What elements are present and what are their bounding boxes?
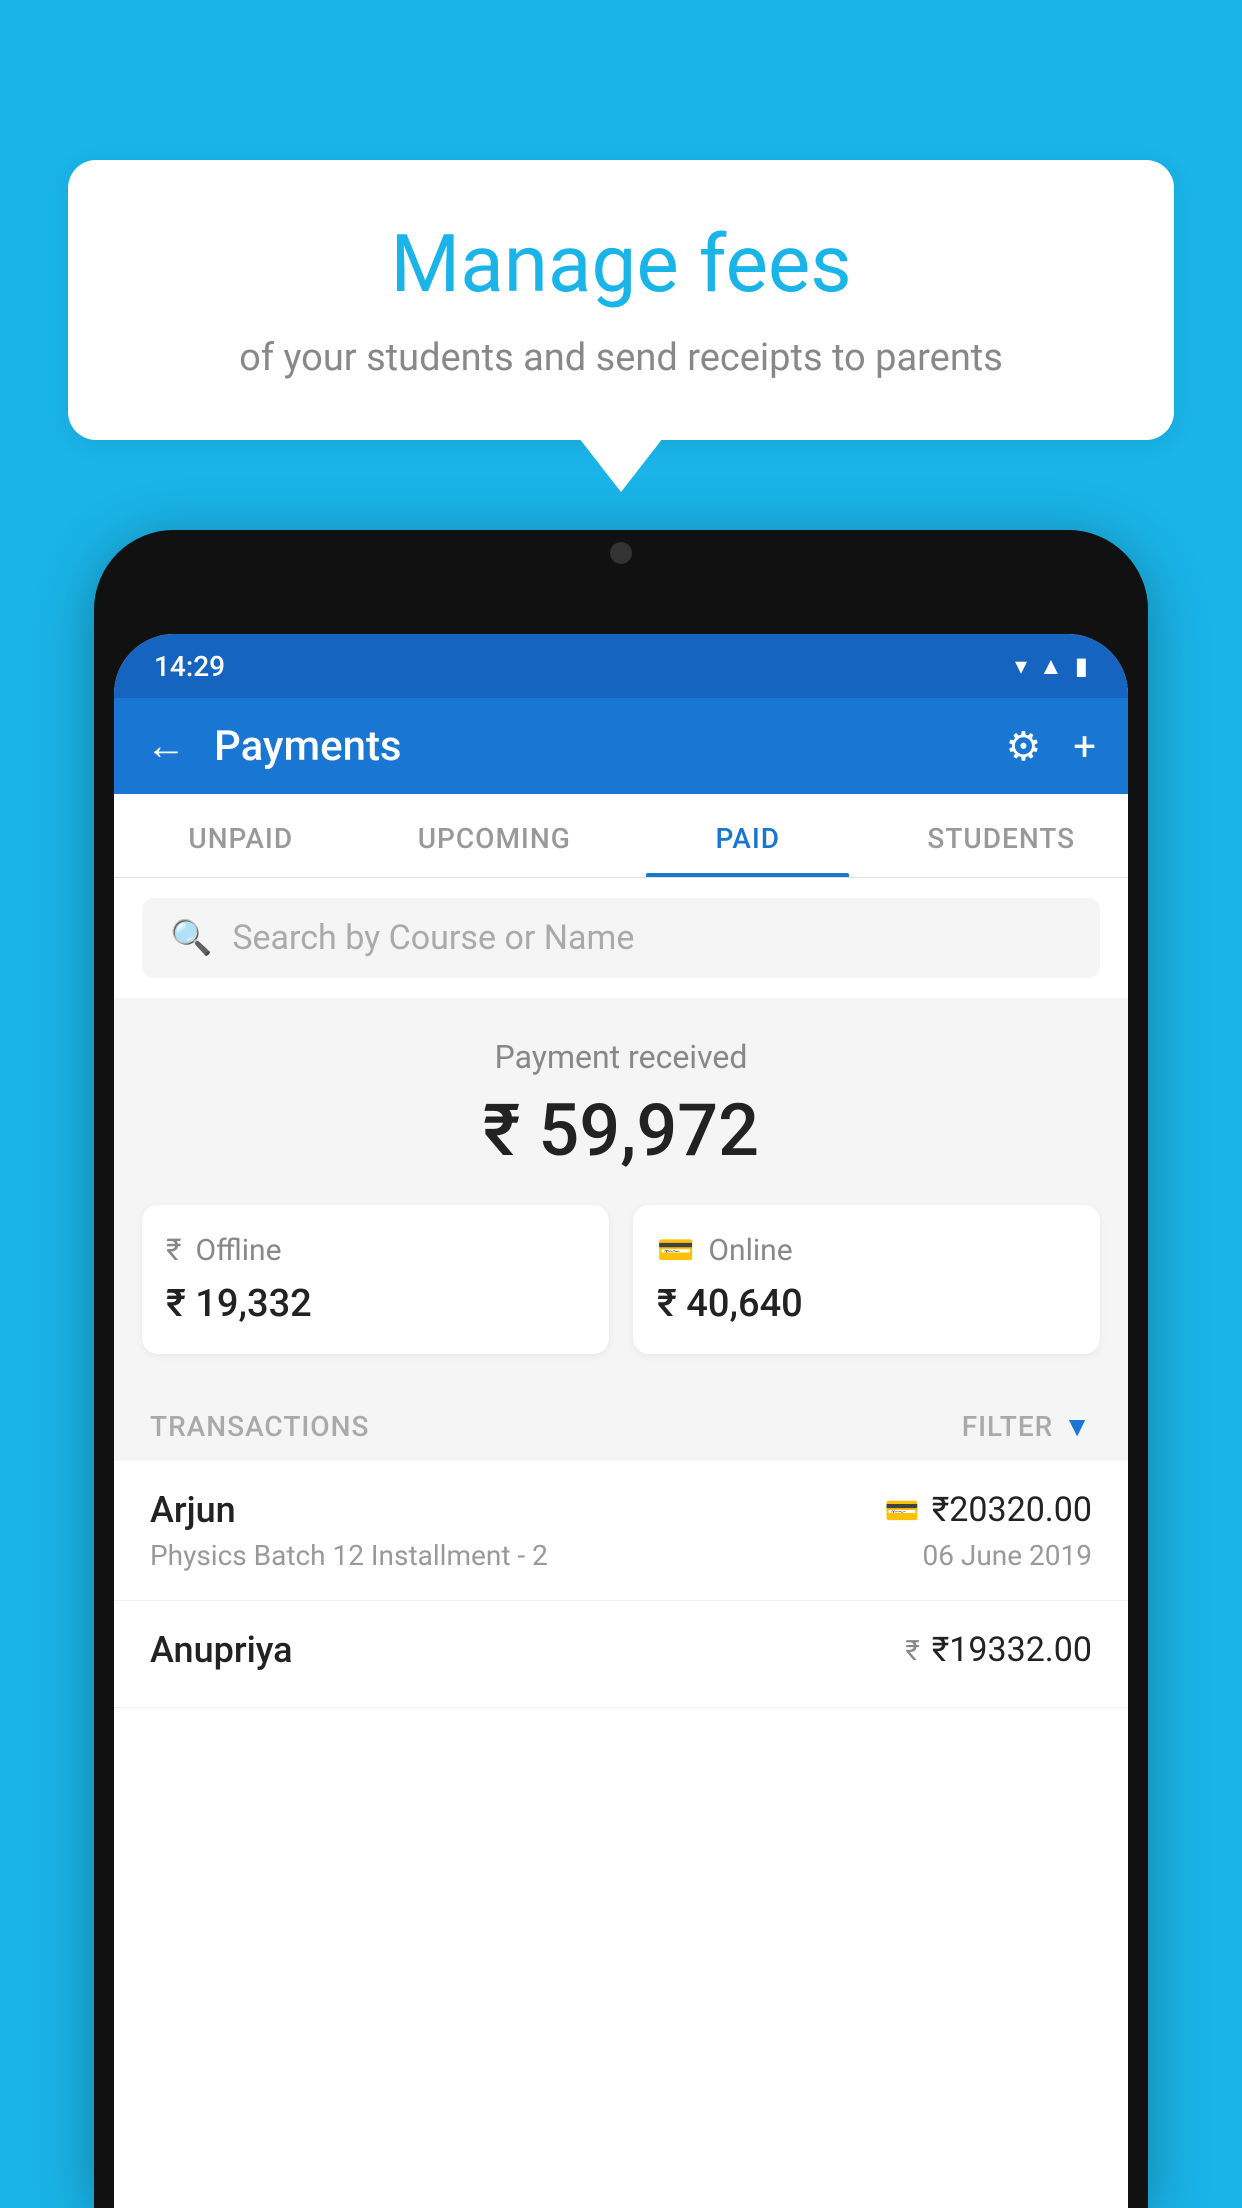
transaction-details: Physics Batch 12 Installment - 2 06 June… — [150, 1539, 1092, 1572]
tabs-bar: UNPAID UPCOMING PAID STUDENTS — [114, 794, 1128, 878]
transaction-amount: ₹20320.00 — [932, 1490, 1092, 1530]
filter-button[interactable]: FILTER ▼ — [962, 1410, 1092, 1443]
tab-paid[interactable]: PAID — [621, 794, 875, 877]
transaction-course: Physics Batch 12 Installment - 2 — [150, 1539, 548, 1572]
status-time: 14:29 — [154, 650, 225, 683]
offline-payment-card: ₹ Offline ₹ 19,332 — [142, 1205, 609, 1354]
rupee-payment-icon: ₹ — [905, 1634, 919, 1667]
page-title: Payments — [214, 722, 977, 771]
tab-students[interactable]: STUDENTS — [875, 794, 1129, 877]
transactions-label: TRANSACTIONS — [150, 1410, 369, 1443]
payment-cards: ₹ Offline ₹ 19,332 💳 Online ₹ 40,640 — [142, 1205, 1100, 1354]
offline-icon: ₹ — [166, 1233, 182, 1268]
back-button[interactable]: ← — [146, 726, 186, 766]
camera — [610, 542, 632, 564]
notch — [561, 530, 681, 574]
battery-icon: ▮ — [1075, 652, 1088, 680]
search-icon: 🔍 — [170, 918, 212, 958]
status-bar: 14:29 ▾ ▲ ▮ — [114, 634, 1128, 698]
filter-label: FILTER — [962, 1410, 1054, 1443]
transaction-row[interactable]: Arjun 💳 ₹20320.00 Physics Batch 12 Insta… — [114, 1461, 1128, 1601]
online-label: Online — [708, 1233, 792, 1268]
search-container: 🔍 Search by Course or Name — [114, 878, 1128, 998]
phone-bezel — [94, 530, 1148, 610]
transaction-amount-row: 💳 ₹20320.00 — [885, 1490, 1092, 1530]
filter-icon: ▼ — [1063, 1410, 1092, 1443]
transaction-name: Arjun — [150, 1489, 236, 1531]
speech-bubble: Manage fees of your students and send re… — [68, 160, 1174, 440]
header-icons: ⚙ + — [1005, 723, 1096, 770]
speech-bubble-title: Manage fees — [116, 220, 1126, 308]
app-header: ← Payments ⚙ + — [114, 698, 1128, 794]
wifi-icon: ▾ — [1015, 652, 1027, 680]
phone-screen: 14:29 ▾ ▲ ▮ ← Payments ⚙ + UNPAID UPCOMI… — [114, 634, 1128, 2208]
transaction-row-top: Anupriya ₹ ₹19332.00 — [150, 1629, 1092, 1671]
settings-icon[interactable]: ⚙ — [1005, 723, 1041, 770]
speech-bubble-subtitle: of your students and send receipts to pa… — [116, 332, 1126, 385]
transaction-row-top: Arjun 💳 ₹20320.00 — [150, 1489, 1092, 1531]
transaction-amount-row: ₹ ₹19332.00 — [905, 1630, 1092, 1670]
transaction-amount: ₹19332.00 — [932, 1630, 1092, 1670]
phone-frame: 14:29 ▾ ▲ ▮ ← Payments ⚙ + UNPAID UPCOMI… — [94, 530, 1148, 2208]
payment-received-label: Payment received — [142, 1038, 1100, 1076]
offline-label: Offline — [196, 1233, 282, 1268]
online-card-header: 💳 Online — [657, 1233, 1076, 1268]
status-icons: ▾ ▲ ▮ — [1015, 652, 1088, 681]
online-icon: 💳 — [657, 1233, 694, 1268]
tab-upcoming[interactable]: UPCOMING — [368, 794, 622, 877]
transaction-name: Anupriya — [150, 1629, 293, 1671]
transaction-date: 06 June 2019 — [922, 1539, 1092, 1572]
payment-total: ₹ 59,972 — [142, 1088, 1100, 1173]
card-payment-icon: 💳 — [885, 1494, 920, 1527]
search-input[interactable]: Search by Course or Name — [232, 918, 634, 958]
online-amount: ₹ 40,640 — [657, 1282, 1076, 1326]
search-bar[interactable]: 🔍 Search by Course or Name — [142, 898, 1100, 978]
online-payment-card: 💳 Online ₹ 40,640 — [633, 1205, 1100, 1354]
payment-summary: Payment received ₹ 59,972 ₹ Offline ₹ 19… — [114, 998, 1128, 1382]
transaction-row[interactable]: Anupriya ₹ ₹19332.00 — [114, 1601, 1128, 1708]
transactions-header: TRANSACTIONS FILTER ▼ — [114, 1382, 1128, 1461]
offline-amount: ₹ 19,332 — [166, 1282, 585, 1326]
add-button[interactable]: + — [1073, 723, 1096, 770]
tab-unpaid[interactable]: UNPAID — [114, 794, 368, 877]
signal-icon: ▲ — [1039, 652, 1063, 681]
offline-card-header: ₹ Offline — [166, 1233, 585, 1268]
